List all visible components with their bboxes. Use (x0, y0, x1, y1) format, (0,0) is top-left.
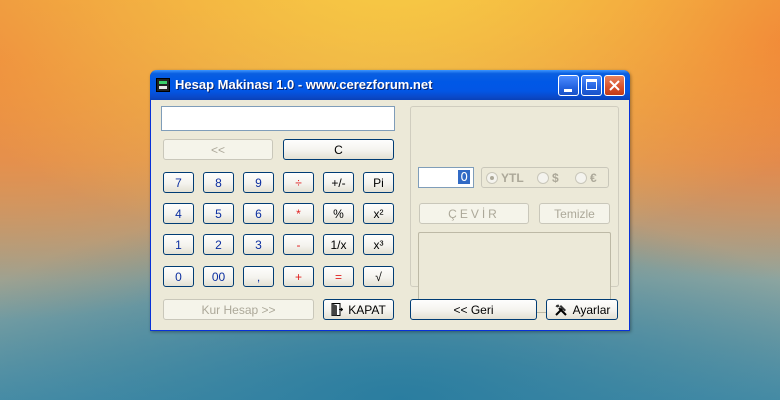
window-client-area: << C 7 8 9 ÷ +/- Pi 4 5 6 * % x² 1 2 3 -… (151, 100, 629, 330)
radio-ytl[interactable]: YTL (486, 171, 524, 185)
kapat-button[interactable]: KAPAT (323, 299, 394, 320)
currency-radio-group: YTL $ € (481, 167, 609, 188)
kur-hesap-button[interactable]: Kur Hesap >> (163, 299, 314, 320)
key-percent[interactable]: % (323, 203, 354, 224)
key-subtract[interactable]: - (283, 234, 314, 255)
minimize-button[interactable] (558, 75, 579, 96)
radio-dollar-dot (537, 172, 549, 184)
amount-input[interactable]: 0 (418, 167, 474, 188)
tools-icon (554, 304, 567, 316)
radio-ytl-label: YTL (501, 171, 524, 185)
backspace-button[interactable]: << (163, 139, 273, 160)
calculator-window: Hesap Makinası 1.0 - www.cerezforum.net … (150, 70, 630, 331)
amount-value: 0 (458, 170, 470, 184)
key-9[interactable]: 9 (243, 172, 274, 193)
radio-dollar[interactable]: $ (537, 171, 559, 185)
key-7[interactable]: 7 (163, 172, 194, 193)
door-exit-icon (331, 303, 344, 316)
key-3[interactable]: 3 (243, 234, 274, 255)
radio-euro-dot (575, 172, 587, 184)
key-square[interactable]: x² (363, 203, 394, 224)
key-2[interactable]: 2 (203, 234, 234, 255)
minimize-icon (564, 89, 572, 92)
maximize-button[interactable] (581, 75, 602, 96)
key-8[interactable]: 8 (203, 172, 234, 193)
ayarlar-button[interactable]: Ayarlar (546, 299, 618, 320)
key-reciprocal[interactable]: 1/x (323, 234, 354, 255)
key-add[interactable]: + (283, 266, 314, 287)
geri-button[interactable]: << Geri (410, 299, 537, 320)
key-divide[interactable]: ÷ (283, 172, 314, 193)
key-root[interactable]: √ (363, 266, 394, 287)
radio-euro[interactable]: € (575, 171, 597, 185)
radio-euro-label: € (590, 171, 597, 185)
ayarlar-label: Ayarlar (572, 302, 611, 317)
key-pi[interactable]: Pi (363, 172, 394, 193)
key-0[interactable]: 0 (163, 266, 194, 287)
window-title: Hesap Makinası 1.0 - www.cerezforum.net (175, 77, 433, 92)
key-comma[interactable]: , (243, 266, 274, 287)
key-equals[interactable]: = (323, 266, 354, 287)
key-00[interactable]: 00 (203, 266, 234, 287)
key-cube[interactable]: x³ (363, 234, 394, 255)
clear-conversion-button[interactable]: Temizle (539, 203, 610, 224)
key-5[interactable]: 5 (203, 203, 234, 224)
key-4[interactable]: 4 (163, 203, 194, 224)
calculator-display[interactable] (161, 106, 395, 131)
close-button[interactable] (604, 75, 625, 96)
title-bar[interactable]: Hesap Makinası 1.0 - www.cerezforum.net (150, 70, 630, 100)
maximize-icon (586, 79, 597, 90)
radio-ytl-dot (486, 172, 498, 184)
close-icon (609, 80, 620, 91)
radio-dollar-label: $ (552, 171, 559, 185)
key-multiply[interactable]: * (283, 203, 314, 224)
calculator-app-icon (156, 78, 170, 92)
kapat-label: KAPAT (348, 302, 386, 317)
convert-button[interactable]: ÇEVİR (419, 203, 529, 224)
key-sign[interactable]: +/- (323, 172, 354, 193)
clear-button[interactable]: C (283, 139, 394, 160)
key-6[interactable]: 6 (243, 203, 274, 224)
key-1[interactable]: 1 (163, 234, 194, 255)
